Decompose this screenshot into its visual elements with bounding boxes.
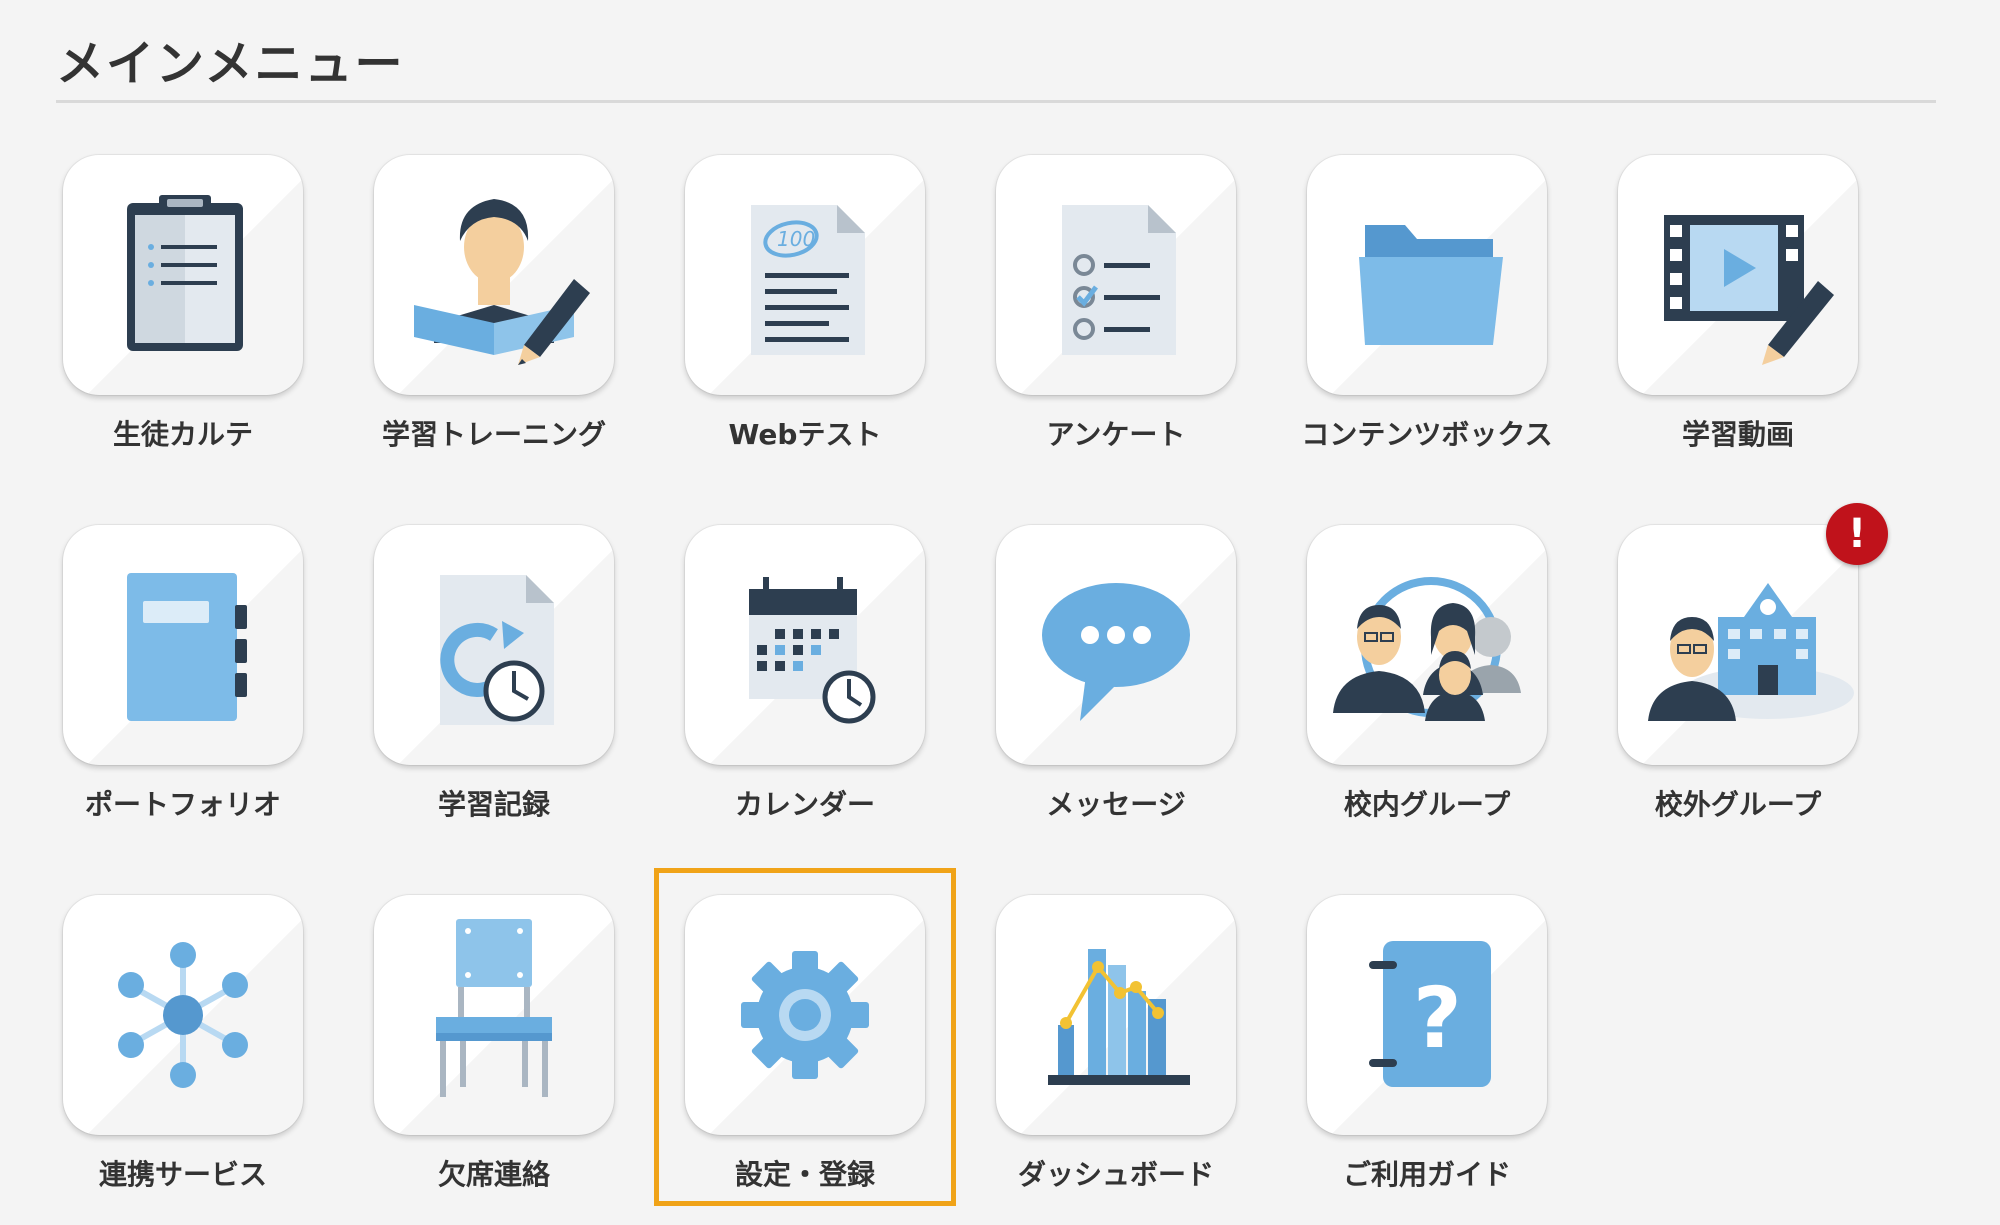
- help-book-icon: ?: [1369, 941, 1491, 1087]
- menu-tile-survey[interactable]: アンケート: [966, 155, 1266, 485]
- test-paper-icon: 100: [751, 205, 865, 355]
- menu-tile-learning-video[interactable]: 学習動画: [1588, 155, 1888, 485]
- speech-bubble-icon: [1042, 583, 1190, 721]
- document-clock-icon: [440, 575, 554, 725]
- svg-text:100: 100: [777, 227, 815, 251]
- menu-tile-web-test[interactable]: 100 Webテスト: [655, 155, 955, 485]
- menu-tile-student-record[interactable]: 生徒カルテ: [33, 155, 333, 485]
- menu-tile-label: 校内グループ: [1343, 788, 1511, 821]
- menu-tile-dashboard[interactable]: ダッシュボード: [966, 895, 1266, 1225]
- menu-tile-label: 校外グループ: [1654, 788, 1822, 821]
- menu-tile-label: アンケート: [1046, 418, 1186, 451]
- menu-tile-absence-notice[interactable]: 欠席連絡: [344, 895, 644, 1225]
- menu-tile-label: カレンダー: [734, 788, 875, 821]
- menu-tile-label: 学習動画: [1681, 418, 1794, 451]
- alert-badge: !: [1826, 503, 1888, 565]
- menu-tile-integration-service[interactable]: 連携サービス: [33, 895, 333, 1225]
- network-hub-icon: [118, 942, 248, 1088]
- menu-tile-calendar[interactable]: カレンダー: [655, 525, 955, 855]
- menu-tile-label: 学習トレーニング: [381, 418, 606, 451]
- video-edit-icon: [1664, 215, 1834, 365]
- menu-tile-portfolio[interactable]: ポートフォリオ: [33, 525, 333, 855]
- menu-tile-label: コンテンツボックス: [1301, 418, 1553, 451]
- calendar-clock-icon: [749, 577, 876, 724]
- menu-tile-label: メッセージ: [1046, 788, 1186, 821]
- menu-tile-label: ダッシュボード: [1017, 1158, 1214, 1191]
- checklist-icon: [1062, 205, 1176, 355]
- menu-tile-school-group[interactable]: 校内グループ: [1277, 525, 1577, 855]
- menu-tile-learning-training[interactable]: 学習トレーニング: [344, 155, 644, 485]
- notebook-icon: [127, 573, 247, 721]
- menu-tile-label: 連携サービス: [98, 1158, 267, 1191]
- menu-tile-label: ポートフォリオ: [84, 788, 281, 821]
- bar-chart-icon: [1048, 949, 1190, 1085]
- chair-icon: [436, 919, 552, 1097]
- svg-text:?: ?: [1413, 969, 1462, 1067]
- menu-tile-content-box[interactable]: コンテンツボックス: [1277, 155, 1577, 485]
- selected-tile-highlight: [654, 868, 956, 1206]
- menu-tile-user-guide[interactable]: ? ご利用ガイド: [1277, 895, 1577, 1225]
- menu-tile-message[interactable]: メッセージ: [966, 525, 1266, 855]
- main-menu-grid: 生徒カルテ 学習トレーニング 100 Webテスト アンケート コンテンツボック…: [0, 0, 2000, 1223]
- menu-tile-label: ご利用ガイド: [1342, 1158, 1511, 1191]
- student-writing-icon: [414, 199, 590, 365]
- menu-tile-label: 欠席連絡: [437, 1158, 550, 1191]
- menu-tile-label: 生徒カルテ: [112, 418, 253, 451]
- menu-tile-external-group[interactable]: 校外グループ !: [1588, 503, 1888, 855]
- school-person-icon: [1648, 583, 1854, 721]
- group-people-icon: [1333, 577, 1521, 721]
- menu-tile-learning-record[interactable]: 学習記録: [344, 525, 644, 855]
- menu-tile-label: 学習記録: [437, 788, 550, 821]
- clipboard-icon: [127, 195, 243, 351]
- folder-icon: [1359, 225, 1503, 345]
- menu-tile-label: Webテスト: [728, 418, 882, 451]
